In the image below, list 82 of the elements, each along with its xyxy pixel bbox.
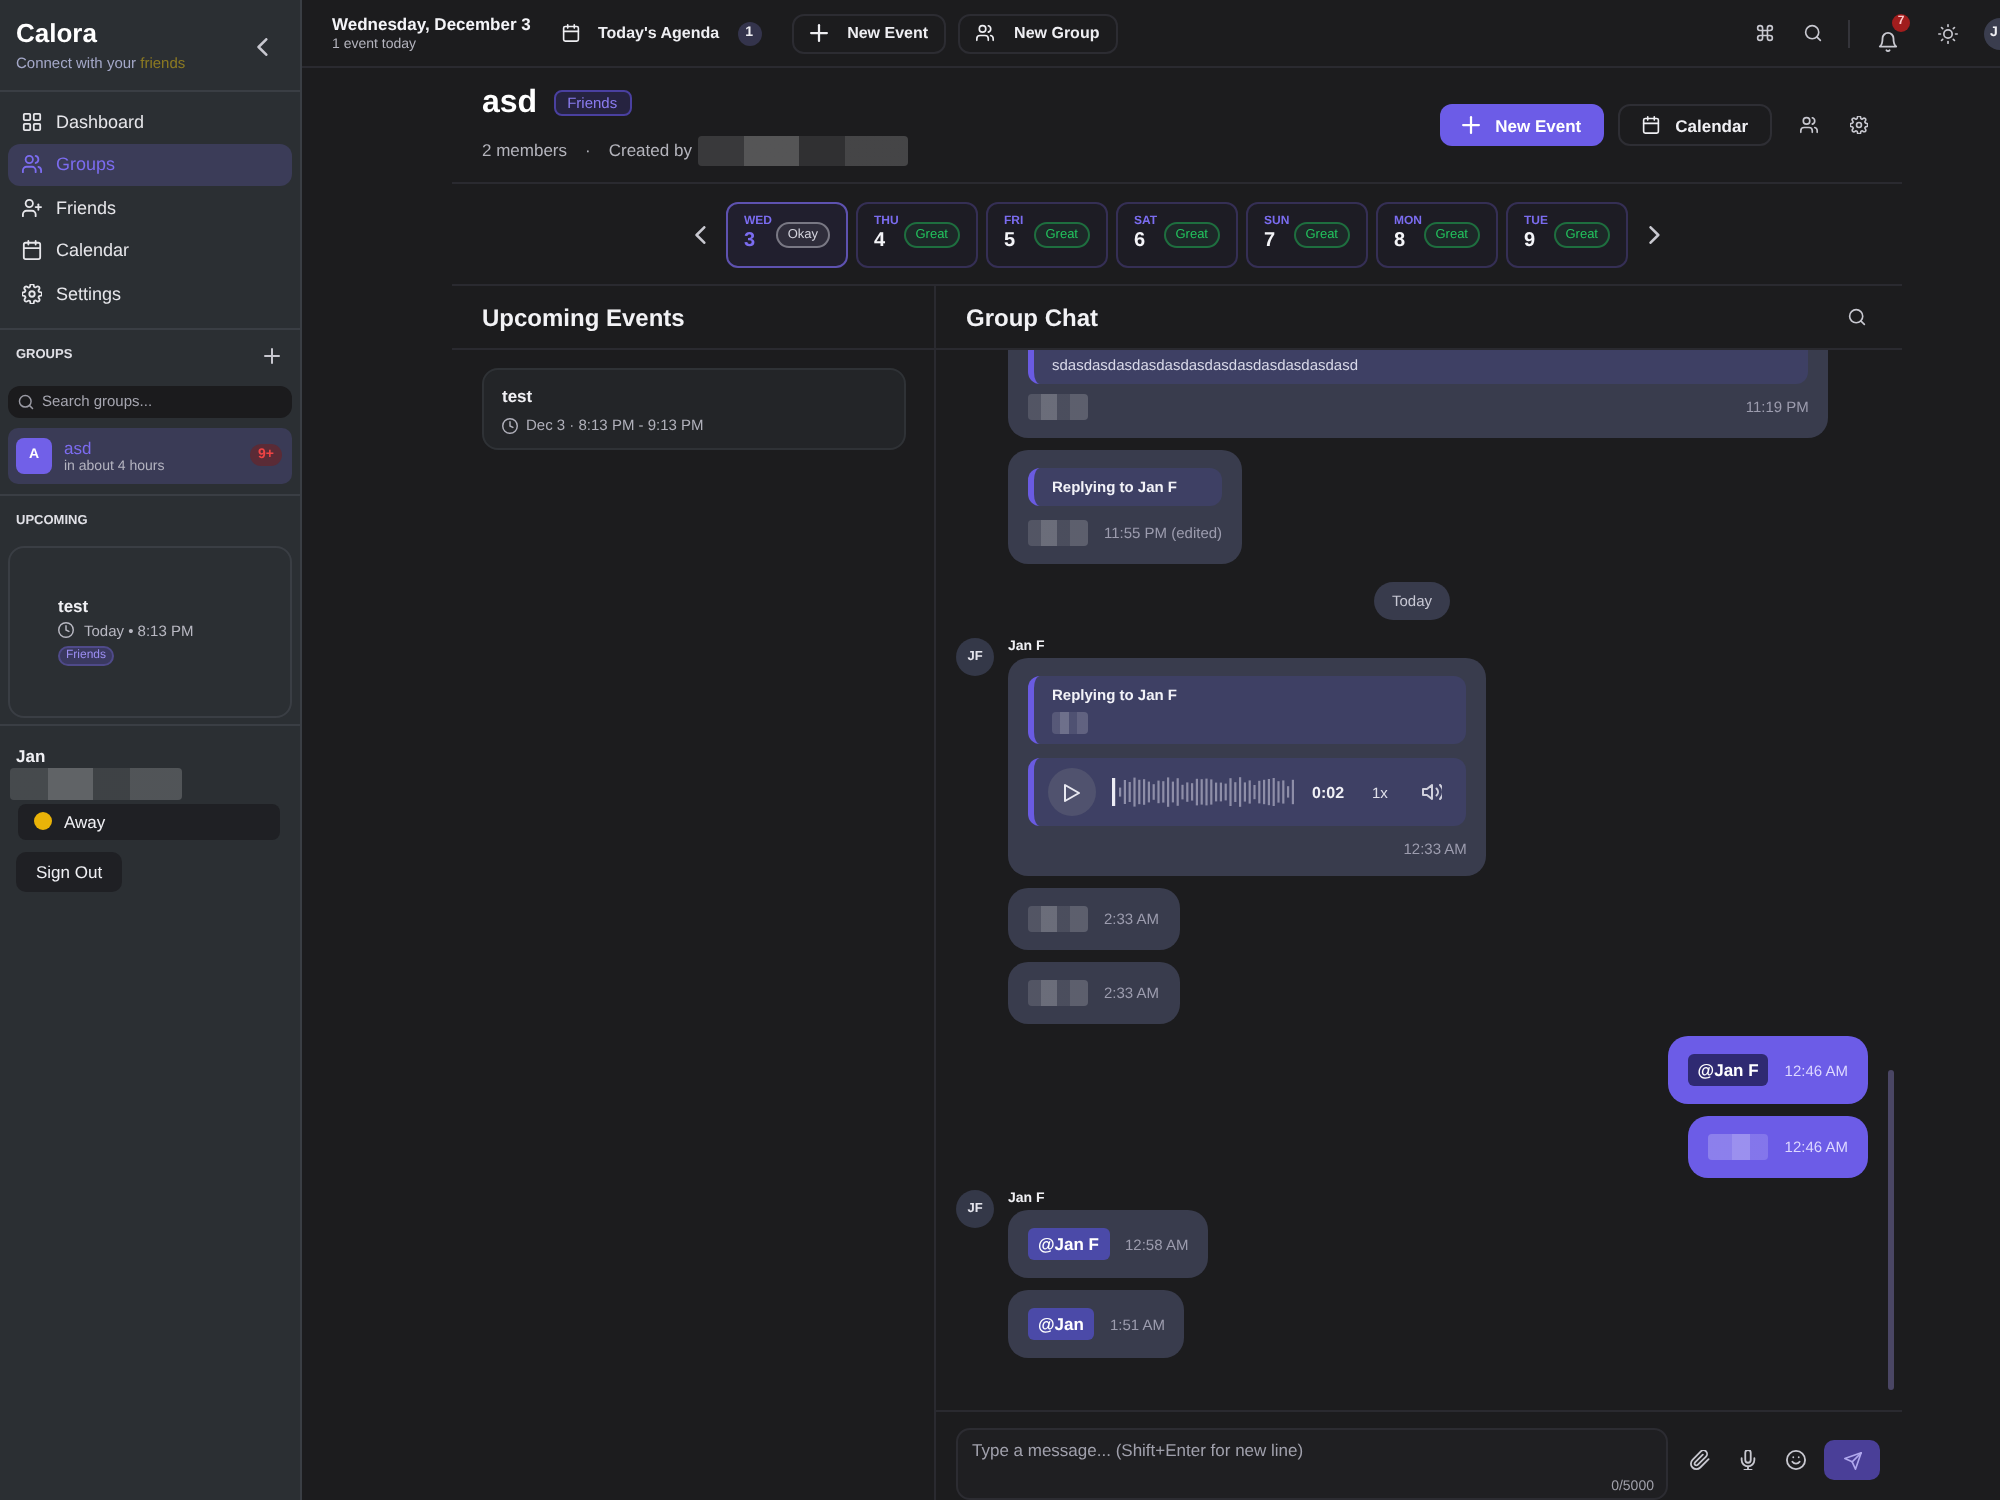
- clock-icon: [58, 622, 74, 638]
- command-button[interactable]: [1752, 20, 1778, 46]
- chevron-left-icon: [693, 225, 706, 243]
- send-button[interactable]: [1824, 1440, 1880, 1480]
- settings-icon: [22, 283, 42, 304]
- group-name: asd: [64, 437, 92, 457]
- new-event-button[interactable]: New Event: [791, 13, 947, 53]
- smiley-icon: [1785, 1450, 1805, 1470]
- panel-title: Group Chat: [966, 303, 1098, 331]
- day-number: 5: [1004, 230, 1016, 252]
- audio-duration: 0:02: [1312, 783, 1345, 801]
- new-event-button[interactable]: New Event: [1439, 104, 1604, 146]
- users-icon: [22, 154, 42, 175]
- mention-tag: @Jan: [1028, 1308, 1094, 1340]
- sign-out-button[interactable]: Sign Out: [16, 851, 123, 891]
- nav-item[interactable]: Settings: [8, 272, 292, 315]
- search-icon: [1848, 308, 1866, 326]
- scrollbar-thumb[interactable]: [1888, 1070, 1894, 1390]
- paperclip-icon: [1689, 1450, 1709, 1470]
- pixelated-block: [1028, 980, 1088, 1006]
- nav-item[interactable]: Friends: [8, 186, 292, 229]
- users-icon: [1800, 116, 1818, 134]
- theme-button[interactable]: [1934, 19, 1962, 47]
- nav-item[interactable]: Calendar: [8, 229, 292, 272]
- plus-icon: [1461, 116, 1480, 134]
- next-week-button[interactable]: [1644, 221, 1665, 247]
- current-date: Wednesday, December 3: [332, 14, 531, 34]
- pixelated-block: [1028, 394, 1088, 420]
- settings-button[interactable]: [1846, 112, 1872, 138]
- play-icon: [1064, 783, 1080, 801]
- created-by-label: Created by: [608, 140, 692, 160]
- chevron-right-icon: [1648, 225, 1661, 243]
- event-title: test: [502, 386, 533, 406]
- previous-week-button[interactable]: [689, 221, 710, 247]
- group-title: asd: [482, 85, 538, 121]
- mention-tag: @Jan F: [1028, 1228, 1109, 1260]
- new-group-button[interactable]: New Group: [958, 13, 1118, 53]
- day-number: 9: [1524, 230, 1536, 252]
- users-icon: [976, 24, 995, 42]
- calendar-icon: [22, 240, 42, 261]
- play-button[interactable]: [1048, 768, 1096, 816]
- nav-item[interactable]: Dashboard: [8, 100, 292, 143]
- user-plus-icon: [22, 197, 42, 218]
- command-icon: [1756, 24, 1774, 42]
- panel-title: Upcoming Events: [482, 303, 685, 331]
- pixelated-block: [1028, 520, 1088, 546]
- search-icon: [18, 393, 34, 409]
- sun-icon: [1938, 23, 1958, 43]
- chevron-left-icon: [255, 38, 268, 56]
- day-number: 3: [744, 230, 756, 252]
- search-icon: [1804, 24, 1822, 42]
- mention-tag: @Jan F: [1687, 1054, 1769, 1086]
- event-title: test: [58, 595, 89, 615]
- collapse-button[interactable]: [251, 34, 272, 60]
- bell-icon: [1878, 31, 1898, 51]
- send-icon: [1843, 1451, 1861, 1469]
- plus-icon: [264, 347, 280, 363]
- calendar-icon: [1641, 116, 1660, 134]
- add-group-button[interactable]: [260, 343, 284, 367]
- calendar-icon: [562, 24, 580, 42]
- settings-icon: [1850, 116, 1868, 134]
- search-button[interactable]: [1844, 304, 1870, 330]
- separator-dot: ·: [585, 140, 591, 160]
- microphone-icon: [1737, 1450, 1757, 1470]
- day-number: 8: [1394, 230, 1406, 252]
- grid-icon: [22, 111, 42, 132]
- status-select[interactable]: Away: [18, 803, 280, 839]
- user-name: Jan: [16, 745, 46, 765]
- day-number: 6: [1134, 230, 1146, 252]
- clock-icon: [502, 417, 518, 433]
- app-logo: Calora: [16, 18, 97, 50]
- day-number: 4: [874, 230, 886, 252]
- speaker-icon: [1421, 784, 1443, 800]
- members-button[interactable]: [1796, 112, 1822, 138]
- plus-icon: [809, 24, 828, 42]
- search-button[interactable]: [1800, 20, 1826, 46]
- calendar-button[interactable]: Calendar: [1617, 104, 1772, 146]
- member-count: 2 members: [482, 140, 568, 160]
- pixelated-block: [1028, 906, 1088, 932]
- volume-button[interactable]: [1417, 780, 1447, 804]
- pixelated-block: [1708, 1134, 1769, 1160]
- day-number: 7: [1264, 230, 1276, 252]
